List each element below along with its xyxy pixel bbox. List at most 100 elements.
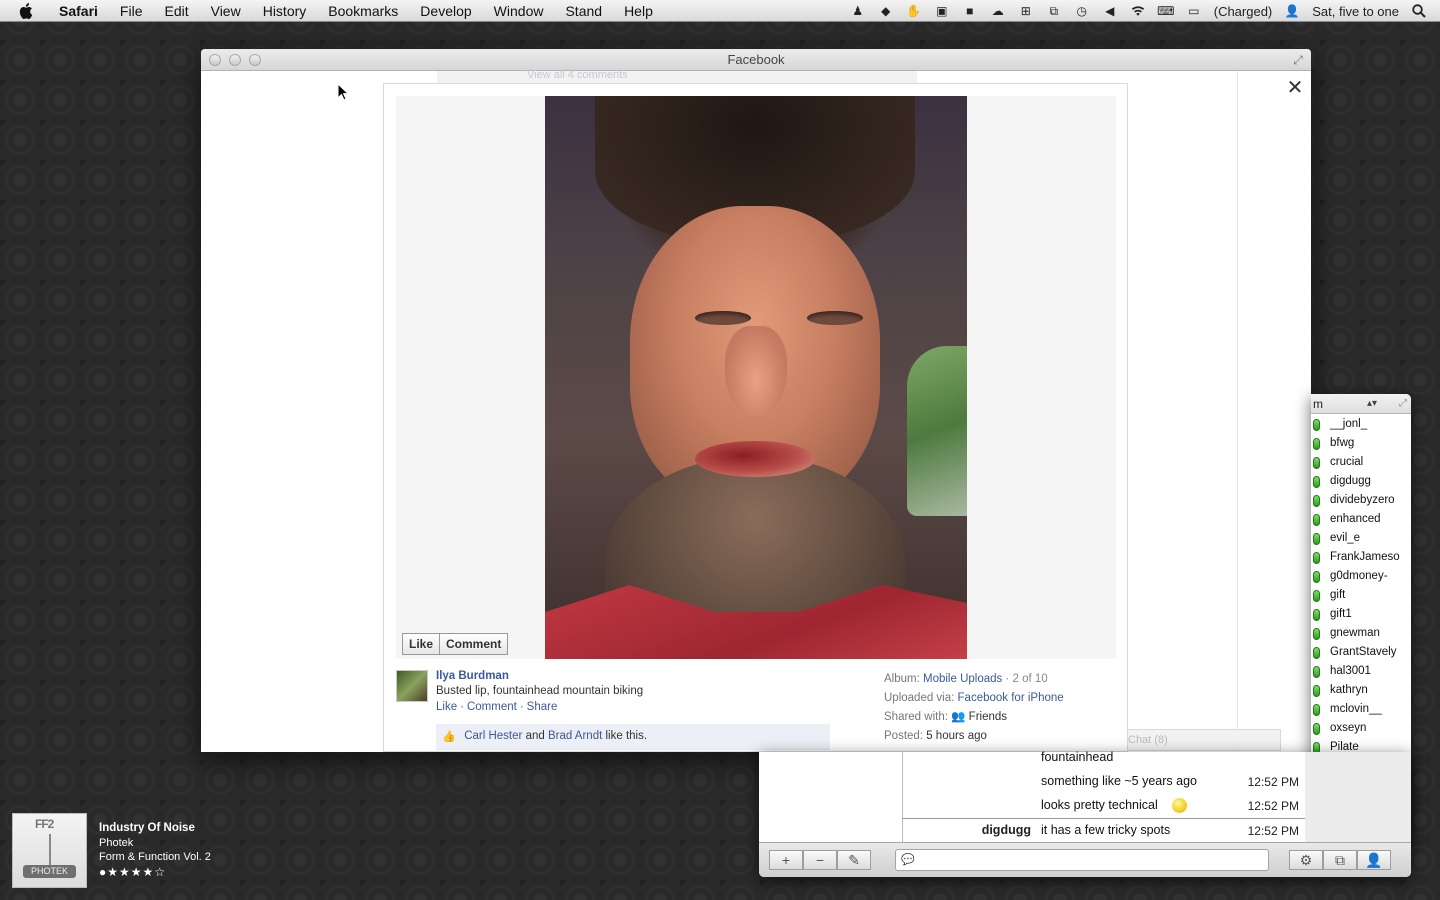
plus-icon[interactable]: ⊞ bbox=[1019, 4, 1033, 18]
buddy-item[interactable]: enhanced bbox=[1311, 510, 1411, 529]
volume-icon[interactable]: ◀ bbox=[1103, 4, 1117, 18]
menu-edit[interactable]: Edit bbox=[153, 0, 199, 22]
chat-input[interactable]: 💬 bbox=[895, 849, 1269, 871]
buddy-name: bfwg bbox=[1330, 437, 1355, 449]
chat-toolbar: + − ✎ 💬 ⚙ ⧉ 👤 bbox=[759, 842, 1411, 877]
close-window-button[interactable] bbox=[209, 54, 221, 66]
buddy-item[interactable]: bfwg bbox=[1311, 434, 1411, 453]
menu-stand[interactable]: Stand bbox=[554, 0, 613, 22]
dropbox-icon[interactable]: ◆ bbox=[879, 4, 893, 18]
buddy-item[interactable]: gift1 bbox=[1311, 605, 1411, 624]
status-selector[interactable]: m bbox=[1313, 397, 1323, 411]
like-link[interactable]: Like bbox=[436, 701, 457, 713]
buddy-item[interactable]: gnewman bbox=[1311, 624, 1411, 643]
buddy-item[interactable]: g0dmoney- bbox=[1311, 567, 1411, 586]
hand-icon[interactable]: ✋ bbox=[906, 4, 921, 18]
buddy-name: crucial bbox=[1330, 456, 1364, 468]
photo-nose bbox=[725, 326, 787, 416]
buddy-item[interactable]: gift bbox=[1311, 586, 1411, 605]
message-time: 12:52 PM bbox=[1247, 824, 1299, 838]
view-comments-link[interactable]: View all 4 comments bbox=[437, 70, 917, 83]
minimize-window-button[interactable] bbox=[229, 54, 241, 66]
photo-image[interactable] bbox=[545, 96, 967, 659]
liker-2[interactable]: Brad Arndt bbox=[548, 730, 602, 742]
keyboard-icon[interactable]: ⌨ bbox=[1157, 4, 1174, 18]
buddy-item[interactable]: crucial bbox=[1311, 453, 1411, 472]
buddy-item[interactable]: oxseyn bbox=[1311, 719, 1411, 738]
battery-status[interactable]: (Charged) bbox=[1214, 4, 1273, 19]
buddy-item[interactable]: digdugg bbox=[1311, 472, 1411, 491]
gear-icon[interactable]: ⚙ bbox=[1289, 850, 1323, 870]
online-status-icon bbox=[1313, 495, 1320, 507]
poster-name[interactable]: Ilya Burdman bbox=[436, 670, 643, 685]
stand-icon[interactable]: ♟ bbox=[851, 4, 865, 18]
photo-eye-left bbox=[695, 311, 751, 325]
add-button[interactable]: + bbox=[769, 850, 803, 870]
display-icon[interactable]: ⧉ bbox=[1047, 4, 1061, 18]
buddy-item[interactable]: evil_e bbox=[1311, 529, 1411, 548]
message-text: something like ~5 years ago bbox=[1041, 774, 1197, 788]
remove-button[interactable]: − bbox=[803, 850, 837, 870]
wifi-icon[interactable] bbox=[1131, 4, 1145, 18]
track-album: Form & Function Vol. 2 bbox=[99, 851, 211, 863]
user-icon[interactable]: 👤 bbox=[1285, 4, 1300, 18]
photo-action-buttons: Like Comment bbox=[402, 633, 509, 655]
note-icon[interactable]: ■ bbox=[963, 4, 977, 18]
online-status-icon bbox=[1313, 704, 1320, 716]
menu-develop[interactable]: Develop bbox=[409, 0, 482, 22]
comment-link[interactable]: Comment bbox=[467, 701, 517, 713]
track-rating[interactable]: ●★★★★☆ bbox=[99, 865, 211, 880]
meta-album: Album: Mobile Uploads · 2 of 10 bbox=[884, 670, 1064, 689]
menu-window[interactable]: Window bbox=[483, 0, 555, 22]
buddy-item[interactable]: FrankJameso bbox=[1311, 548, 1411, 567]
person-icon[interactable]: 👤 bbox=[1357, 850, 1391, 870]
post-actions: Like · Comment · Share bbox=[436, 701, 558, 713]
cloud-icon[interactable]: ☁ bbox=[991, 4, 1005, 18]
buddy-name: GrantStavely bbox=[1330, 646, 1397, 658]
close-photo-icon[interactable]: ✕ bbox=[1285, 78, 1305, 99]
album-link[interactable]: Mobile Uploads bbox=[923, 673, 1002, 685]
title-bar[interactable]: Facebook ⤢ bbox=[201, 49, 1311, 71]
avatar[interactable] bbox=[396, 670, 428, 702]
like-button[interactable]: Like bbox=[402, 633, 441, 655]
buddy-item[interactable]: hal3001 bbox=[1311, 662, 1411, 681]
battery-icon[interactable]: ▭ bbox=[1187, 4, 1201, 18]
buddy-item[interactable]: __jonl_ bbox=[1311, 415, 1411, 434]
menu-help[interactable]: Help bbox=[613, 0, 664, 22]
buddy-name: gift1 bbox=[1330, 608, 1352, 620]
status-dropdown-icon[interactable]: ▴▾ bbox=[1367, 394, 1377, 414]
safari-window: Facebook ⤢ View all 4 comments Chat (8) … bbox=[201, 49, 1311, 752]
buddy-item[interactable]: GrantStavely bbox=[1311, 643, 1411, 662]
growl-icon[interactable]: ▣ bbox=[935, 4, 949, 18]
buddy-name: oxseyn bbox=[1330, 722, 1367, 734]
edit-pencil-icon[interactable]: ✎ bbox=[837, 850, 871, 870]
comment-button[interactable]: Comment bbox=[440, 633, 509, 655]
menu-bar: Safari File Edit View History Bookmarks … bbox=[0, 0, 1440, 22]
chat-message: looks pretty technical 12:52 PM bbox=[759, 794, 1305, 818]
buddy-list-header[interactable]: m ▴▾ ⤢ bbox=[1311, 394, 1411, 414]
menu-history[interactable]: History bbox=[252, 0, 318, 22]
zoom-window-button[interactable] bbox=[249, 54, 261, 66]
buddy-name: gnewman bbox=[1330, 627, 1380, 639]
menu-clock[interactable]: Sat, five to one bbox=[1312, 4, 1399, 19]
expand-icon[interactable]: ⤢ bbox=[1399, 394, 1407, 414]
album-cover[interactable]: FF2 PHOTEK bbox=[12, 813, 87, 888]
buddy-item[interactable]: dividebyzero bbox=[1311, 491, 1411, 510]
buddy-item[interactable]: kathryn bbox=[1311, 681, 1411, 700]
menu-bookmarks[interactable]: Bookmarks bbox=[317, 0, 409, 22]
track-artist: Photek bbox=[99, 836, 134, 849]
time-machine-icon[interactable]: ◷ bbox=[1075, 4, 1089, 18]
liker-1[interactable]: Carl Hester bbox=[464, 730, 522, 742]
uploaded-via-link[interactable]: Facebook for iPhone bbox=[958, 692, 1064, 704]
share-link[interactable]: Share bbox=[527, 701, 558, 713]
apple-menu-icon[interactable] bbox=[19, 0, 39, 22]
menu-view[interactable]: View bbox=[200, 0, 252, 22]
shared-value[interactable]: Friends bbox=[969, 711, 1007, 723]
buddy-item[interactable]: mclovin__ bbox=[1311, 700, 1411, 719]
window-icon[interactable]: ⧉ bbox=[1323, 850, 1357, 870]
spotlight-icon[interactable] bbox=[1412, 4, 1426, 18]
menu-file[interactable]: File bbox=[109, 0, 154, 22]
buddy-name: mclovin__ bbox=[1330, 703, 1382, 715]
fullscreen-icon[interactable]: ⤢ bbox=[1291, 53, 1305, 67]
menu-app-safari[interactable]: Safari bbox=[53, 0, 109, 22]
